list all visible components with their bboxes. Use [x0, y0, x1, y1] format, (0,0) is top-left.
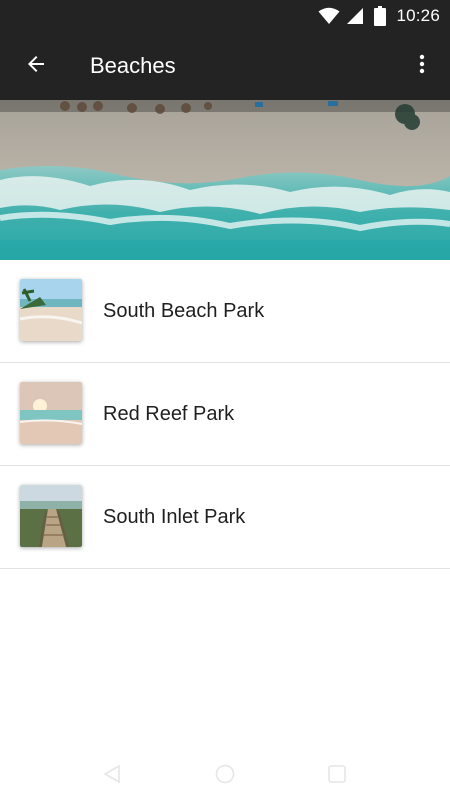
beach-name: South Inlet Park: [103, 506, 246, 528]
wifi-icon: [318, 7, 340, 25]
sunset-beach-thumbnail: [20, 382, 82, 444]
app-bar: Beaches: [0, 32, 450, 100]
boardwalk-thumbnail: [20, 485, 82, 547]
beach-name: Red Reef Park: [103, 403, 235, 425]
list-item[interactable]: South Beach Park: [0, 260, 450, 363]
status-time: 10:26: [396, 6, 440, 25]
back-button[interactable]: [14, 44, 58, 88]
home-circle-icon: [214, 763, 236, 790]
palm-beach-thumbnail: [20, 279, 82, 341]
beach-name: South Beach Park: [103, 300, 265, 322]
system-nav-bar: [0, 752, 450, 800]
hero-image: [0, 100, 450, 260]
recents-square-icon: [326, 763, 348, 790]
status-bar: 10:26: [0, 0, 450, 32]
aerial-beach-image: [0, 100, 450, 260]
cell-signal-icon: [346, 7, 364, 25]
back-triangle-icon: [101, 763, 123, 790]
nav-home-button[interactable]: [205, 760, 245, 792]
more-vert-icon: [410, 52, 434, 81]
nav-back-button[interactable]: [92, 760, 132, 792]
list-item[interactable]: Red Reef Park: [0, 363, 450, 466]
nav-recents-button[interactable]: [317, 760, 357, 792]
list-item[interactable]: South Inlet Park: [0, 466, 450, 569]
arrow-left-icon: [24, 52, 48, 81]
battery-icon: [374, 6, 387, 26]
page-title: Beaches: [90, 53, 176, 78]
overflow-menu-button[interactable]: [400, 44, 444, 88]
status-icons: 10:26: [318, 0, 440, 32]
beach-list: South Beach Park Red Reef Park South Inl…: [0, 260, 450, 569]
